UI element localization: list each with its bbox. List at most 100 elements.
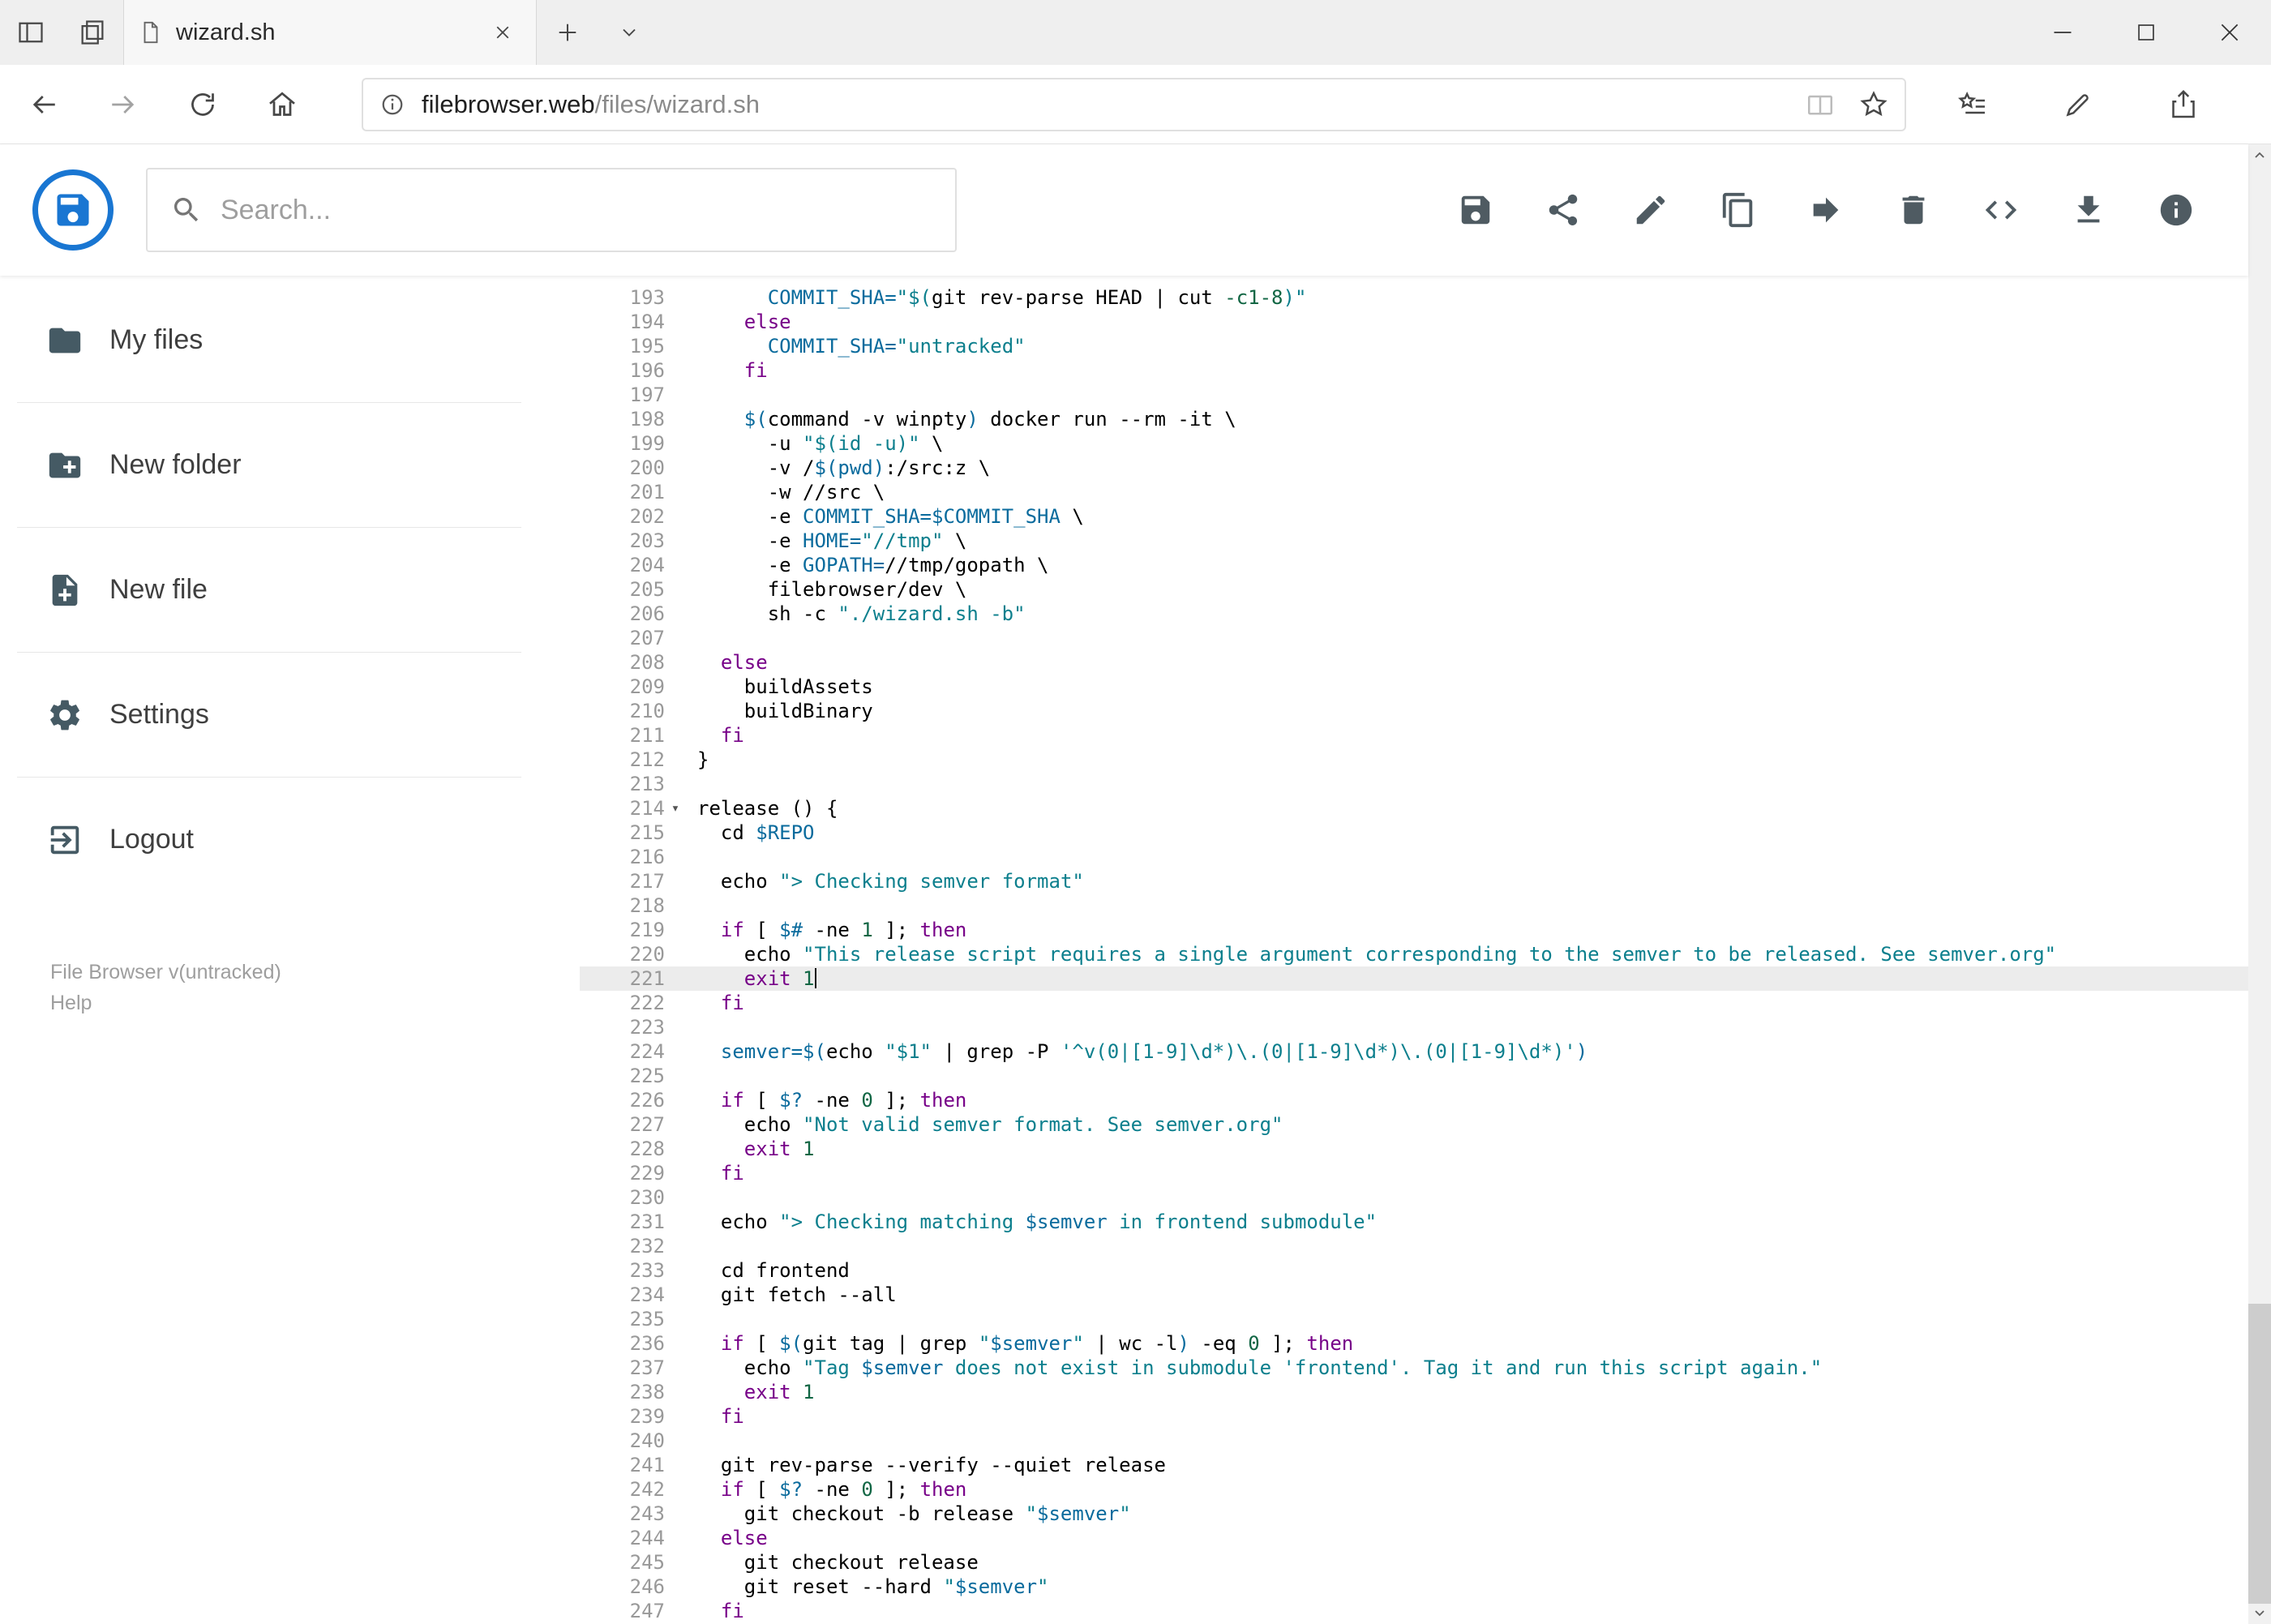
share-file-button[interactable] [1545, 191, 1582, 229]
info-button[interactable] [2157, 191, 2195, 229]
browser-tab[interactable]: wizard.sh [123, 0, 537, 65]
code-line[interactable]: 228 exit 1 [580, 1137, 2248, 1161]
favorite-star-icon[interactable] [1858, 88, 1890, 121]
scroll-down-button[interactable] [2248, 1601, 2271, 1624]
code-line[interactable]: 212} [580, 748, 2248, 772]
code-line[interactable]: 195 COMMIT_SHA="untracked" [580, 334, 2248, 358]
vertical-scrollbar[interactable] [2248, 144, 2271, 1624]
download-button[interactable] [2070, 191, 2107, 229]
code-line[interactable]: 194 else [580, 310, 2248, 334]
code-line[interactable]: 213 [580, 772, 2248, 796]
code-line[interactable]: 240 [580, 1429, 2248, 1453]
code-line[interactable]: 207 [580, 626, 2248, 650]
code-editor[interactable]: 193 COMMIT_SHA="$(git rev-parse HEAD | c… [580, 276, 2248, 1624]
code-line[interactable]: 232 [580, 1234, 2248, 1258]
code-line[interactable]: 221 exit 1 [580, 966, 2248, 991]
code-line[interactable]: 218 [580, 893, 2248, 918]
save-button[interactable] [1457, 191, 1494, 229]
code-line[interactable]: 220 echo "This release script requires a… [580, 942, 2248, 966]
minimize-button[interactable] [2020, 0, 2104, 65]
code-line[interactable]: 204 -e GOPATH=//tmp/gopath \ [580, 553, 2248, 577]
fold-marker-icon[interactable]: ▾ [665, 796, 686, 821]
code-line[interactable]: 209 buildAssets [580, 675, 2248, 699]
code-line[interactable]: 211 fi [580, 723, 2248, 748]
code-line[interactable]: 193 COMMIT_SHA="$(git rev-parse HEAD | c… [580, 285, 2248, 310]
move-button[interactable] [1807, 191, 1845, 229]
search-input[interactable] [221, 194, 955, 226]
code-line[interactable]: 226 if [ $? -ne 0 ]; then [580, 1088, 2248, 1112]
code-line[interactable]: 205 filebrowser/dev \ [580, 577, 2248, 602]
new-tab-button[interactable] [537, 0, 598, 65]
favorites-hub-button[interactable] [1945, 77, 2000, 132]
tab-list-button[interactable] [598, 0, 660, 65]
delete-button[interactable] [1895, 191, 1932, 229]
code-line[interactable]: 199 -u "$(id -u)" \ [580, 431, 2248, 456]
home-button[interactable] [255, 77, 310, 132]
code-line[interactable]: 238 exit 1 [580, 1380, 2248, 1404]
maximize-button[interactable] [2104, 0, 2187, 65]
code-line[interactable]: 210 buildBinary [580, 699, 2248, 723]
code-line[interactable]: 196 fi [580, 358, 2248, 383]
code-line[interactable]: 243 git checkout -b release "$semver" [580, 1502, 2248, 1526]
code-line[interactable]: 206 sh -c "./wizard.sh -b" [580, 602, 2248, 626]
code-line[interactable]: 233 cd frontend [580, 1258, 2248, 1283]
forward-button[interactable] [96, 77, 151, 132]
code-line[interactable]: 246 git reset --hard "$semver" [580, 1575, 2248, 1599]
more-menu-button[interactable] [2261, 77, 2271, 132]
code-line[interactable]: 219 if [ $# -ne 1 ]; then [580, 918, 2248, 942]
code-line[interactable]: 217 echo "> Checking semver format" [580, 869, 2248, 893]
app-logo[interactable] [32, 169, 114, 251]
code-line[interactable]: 234 git fetch --all [580, 1283, 2248, 1307]
code-line[interactable]: 241 git rev-parse --verify --quiet relea… [580, 1453, 2248, 1477]
scrollbar-thumb[interactable] [2248, 1304, 2271, 1604]
search-box[interactable] [146, 168, 957, 252]
code-line[interactable]: 201 -w //src \ [580, 480, 2248, 504]
code-line[interactable]: 231 echo "> Checking matching $semver in… [580, 1210, 2248, 1234]
code-line[interactable]: 237 echo "Tag $semver does not exist in … [580, 1356, 2248, 1380]
tabs-preview-button[interactable] [62, 0, 123, 65]
sidebar-item-logout[interactable]: Logout [0, 778, 580, 902]
code-line[interactable]: 230 [580, 1185, 2248, 1210]
code-line[interactable]: 244 else [580, 1526, 2248, 1550]
code-line[interactable]: 216 [580, 845, 2248, 869]
code-line[interactable]: 225 [580, 1064, 2248, 1088]
close-window-button[interactable] [2187, 0, 2271, 65]
code-line[interactable]: 222 fi [580, 991, 2248, 1015]
reading-view-icon[interactable] [1804, 88, 1836, 121]
code-line[interactable]: 215 cd $REPO [580, 821, 2248, 845]
code-line[interactable]: 245 git checkout release [580, 1550, 2248, 1575]
tabs-set-aside-button[interactable] [0, 0, 62, 65]
back-button[interactable] [16, 77, 71, 132]
code-line[interactable]: 197 [580, 383, 2248, 407]
code-line[interactable]: 198 $(command -v winpty) docker run --rm… [580, 407, 2248, 431]
code-line[interactable]: 235 [580, 1307, 2248, 1331]
code-line[interactable]: 247 fi [580, 1599, 2248, 1623]
raw-view-button[interactable] [1982, 191, 2020, 229]
share-button[interactable] [2156, 77, 2211, 132]
code-line[interactable]: 239 fi [580, 1404, 2248, 1429]
code-line[interactable]: 208 else [580, 650, 2248, 675]
code-line[interactable]: 242 if [ $? -ne 0 ]; then [580, 1477, 2248, 1502]
code-line[interactable]: 203 -e HOME="//tmp" \ [580, 529, 2248, 553]
address-bar[interactable]: filebrowser.web/files/wizard.sh [362, 77, 1906, 131]
web-note-button[interactable] [2050, 77, 2106, 132]
copy-button[interactable] [1720, 191, 1757, 229]
sidebar-item-new-file[interactable]: New file [0, 528, 580, 652]
code-line[interactable]: 214 ▾ release () { [580, 796, 2248, 821]
code-line[interactable]: 229 fi [580, 1161, 2248, 1185]
code-line[interactable]: 227 echo "Not valid semver format. See s… [580, 1112, 2248, 1137]
code-line[interactable]: 200 -v /$(pwd):/src:z \ [580, 456, 2248, 480]
refresh-button[interactable] [175, 77, 230, 132]
sidebar-item-new-folder[interactable]: New folder [0, 403, 580, 527]
rename-button[interactable] [1632, 191, 1669, 229]
sidebar-item-my-files[interactable]: My files [0, 278, 580, 402]
tab-close-button[interactable] [484, 14, 521, 51]
code-line[interactable]: 223 [580, 1015, 2248, 1039]
code-line[interactable]: 202 -e COMMIT_SHA=$COMMIT_SHA \ [580, 504, 2248, 529]
code-line[interactable]: 236 if [ $(git tag | grep "$semver" | wc… [580, 1331, 2248, 1356]
sidebar-item-settings[interactable]: Settings [0, 653, 580, 777]
scroll-up-button[interactable] [2248, 144, 2271, 167]
site-info-icon[interactable] [378, 90, 407, 119]
help-link[interactable]: Help [50, 988, 92, 1018]
code-line[interactable]: 224 semver=$(echo "$1" | grep -P '^v(0|[… [580, 1039, 2248, 1064]
